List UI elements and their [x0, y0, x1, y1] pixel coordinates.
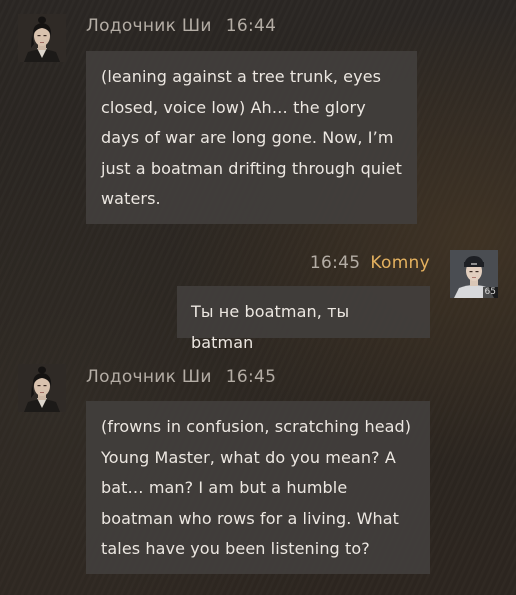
message-time: 16:45	[309, 253, 361, 273]
message-time: 16:44	[225, 16, 277, 36]
message-time: 16:45	[225, 367, 277, 387]
sender-name[interactable]: Komny	[370, 253, 430, 273]
chat-log: Лодочник Ши 16:44 (leaning against a tree…	[0, 0, 516, 595]
message-header: Лодочник Ши 16:44	[86, 16, 276, 36]
user-avatar[interactable]: 65	[450, 250, 498, 298]
message-header: 16:45 Komny	[310, 253, 430, 273]
message-bubble-npc[interactable]: (frowns in confusion, scratching head) Y…	[86, 401, 430, 574]
message-bubble-npc[interactable]: (leaning against a tree trunk, eyes clos…	[86, 51, 417, 224]
sender-name[interactable]: Лодочник Ши	[86, 367, 212, 387]
sender-name[interactable]: Лодочник Ши	[86, 16, 212, 36]
level-badge: 65	[482, 287, 498, 298]
message-bubble-user[interactable]: Ты не boatman, ты batman	[177, 286, 430, 352]
message-header: Лодочник Ши 16:45	[86, 367, 276, 387]
npc-avatar[interactable]	[18, 364, 66, 412]
npc-avatar[interactable]	[18, 14, 66, 62]
